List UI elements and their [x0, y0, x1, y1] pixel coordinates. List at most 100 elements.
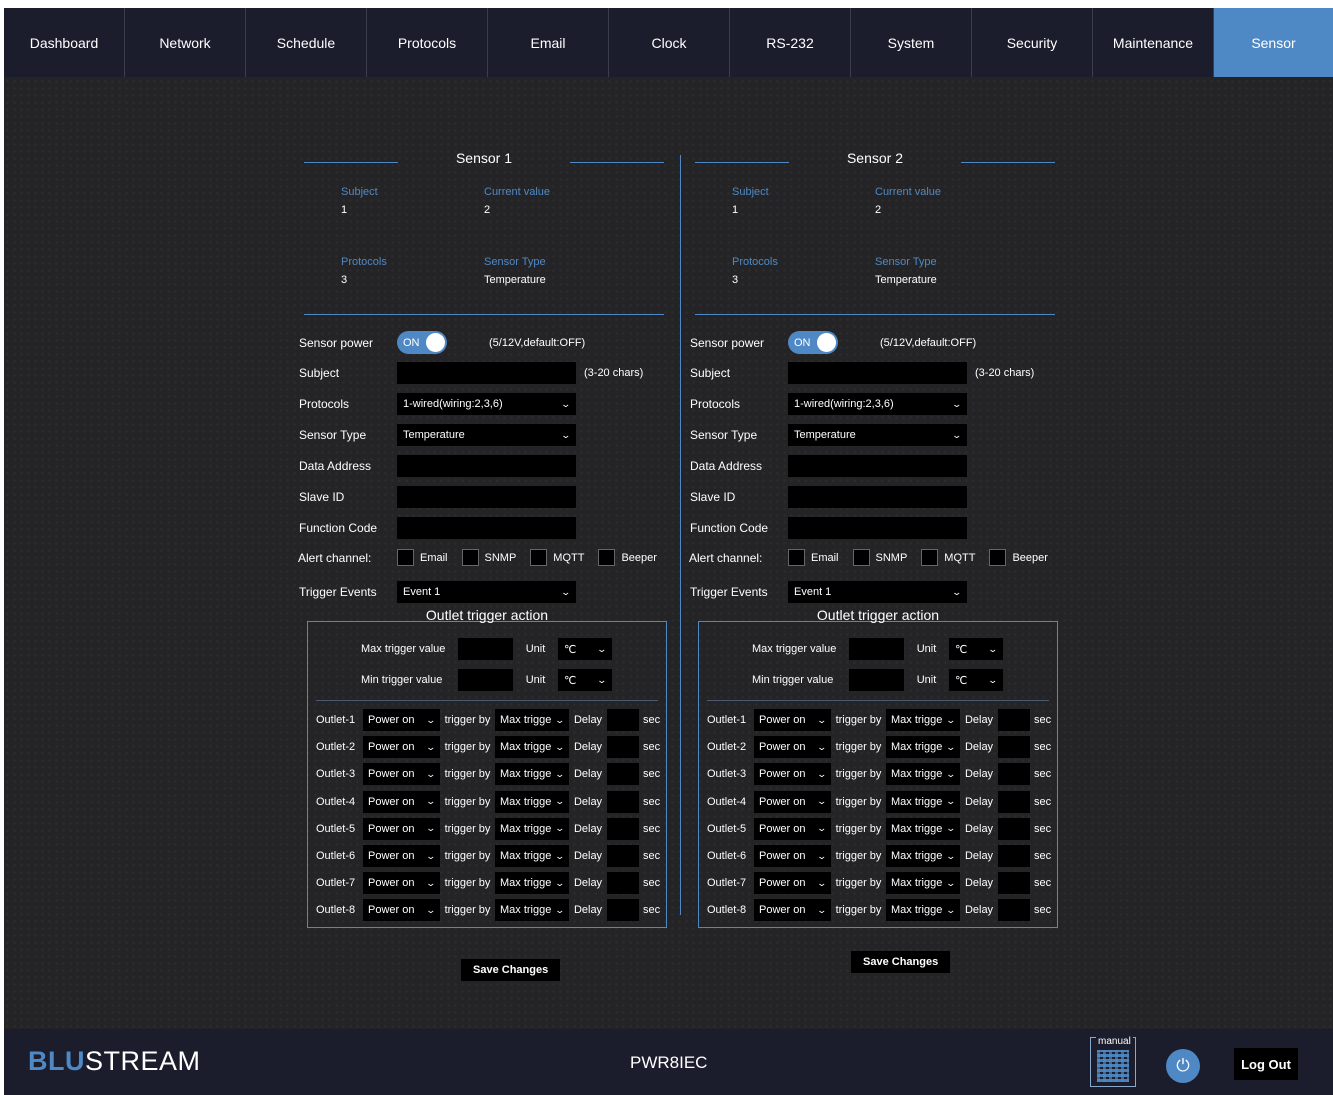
data-address-input[interactable]: [788, 455, 967, 477]
alert-beeper-checkbox[interactable]: [989, 549, 1007, 566]
alert-email-checkbox[interactable]: [788, 549, 805, 566]
tab-system[interactable]: System: [851, 8, 972, 77]
alert-snmp[interactable]: SNMP: [852, 549, 907, 566]
trigger-events-select[interactable]: Event 1 ⌄: [397, 581, 576, 603]
outlet-trigger-select[interactable]: Max trigger ⌄: [495, 872, 569, 895]
protocols-select[interactable]: 1-wired(wiring:2,3,6) ⌄: [397, 393, 576, 415]
alert-mqtt[interactable]: MQTT: [530, 549, 584, 566]
outlet-trigger-select[interactable]: Max trigger ⌄: [495, 899, 569, 922]
max-trigger-input[interactable]: [458, 638, 513, 660]
alert-email[interactable]: Email: [397, 549, 448, 566]
tab-rs232[interactable]: RS-232: [730, 8, 851, 77]
alert-mqtt[interactable]: MQTT: [921, 549, 975, 566]
outlet-trigger-select[interactable]: Max trigger ⌄: [886, 845, 960, 867]
delay-input[interactable]: [607, 736, 639, 759]
min-trigger-input[interactable]: [458, 669, 513, 691]
logout-button[interactable]: Log Out: [1234, 1048, 1298, 1080]
outlet-action-select[interactable]: Power on ⌄: [754, 790, 831, 813]
min-unit-select[interactable]: ℃ ⌄: [558, 669, 612, 691]
slave-id-input[interactable]: [397, 486, 576, 508]
delay-input[interactable]: [998, 817, 1030, 840]
min-unit-select[interactable]: ℃ ⌄: [949, 669, 1003, 691]
save-changes-button[interactable]: Save Changes: [461, 959, 561, 981]
tab-network[interactable]: Network: [125, 8, 246, 77]
outlet-action-select[interactable]: Power on ⌄: [754, 845, 831, 867]
outlet-trigger-select[interactable]: Max trigger ⌄: [495, 790, 569, 813]
outlet-trigger-select[interactable]: Max trigger ⌄: [886, 790, 960, 813]
alert-snmp[interactable]: SNMP: [461, 549, 516, 566]
outlet-action-select[interactable]: Power on ⌄: [363, 790, 440, 813]
sensor-type-select[interactable]: Temperature ⌄: [397, 424, 576, 446]
delay-input[interactable]: [607, 899, 639, 922]
trigger-events-select[interactable]: Event 1 ⌄: [788, 581, 967, 603]
delay-input[interactable]: [998, 709, 1030, 731]
delay-input[interactable]: [998, 763, 1030, 786]
outlet-action-select[interactable]: Power on ⌄: [363, 736, 440, 759]
delay-input[interactable]: [607, 872, 639, 895]
alert-snmp-checkbox[interactable]: [461, 549, 479, 566]
outlet-trigger-select[interactable]: Max trigger ⌄: [886, 872, 960, 895]
outlet-action-select[interactable]: Power on ⌄: [363, 763, 440, 786]
delay-input[interactable]: [998, 790, 1030, 813]
sensor-power-toggle[interactable]: ON: [788, 331, 838, 354]
outlet-trigger-select[interactable]: Max trigger ⌄: [886, 709, 960, 731]
outlet-action-select[interactable]: Power on ⌄: [754, 763, 831, 786]
tab-email[interactable]: Email: [488, 8, 609, 77]
delay-input[interactable]: [998, 845, 1030, 867]
delay-input[interactable]: [607, 817, 639, 840]
delay-input[interactable]: [607, 790, 639, 813]
max-unit-select[interactable]: ℃ ⌄: [949, 638, 1003, 660]
outlet-trigger-select[interactable]: Max trigger ⌄: [495, 763, 569, 786]
outlet-action-select[interactable]: Power on ⌄: [363, 817, 440, 840]
min-trigger-input[interactable]: [849, 669, 904, 691]
delay-input[interactable]: [607, 763, 639, 786]
sensor-power-toggle[interactable]: ON: [397, 331, 447, 354]
slave-id-input[interactable]: [788, 486, 967, 508]
outlet-trigger-select[interactable]: Max trigger ⌄: [886, 817, 960, 840]
delay-input[interactable]: [998, 899, 1030, 922]
outlet-action-select[interactable]: Power on ⌄: [363, 872, 440, 895]
alert-email-checkbox[interactable]: [397, 549, 414, 566]
tab-clock[interactable]: Clock: [609, 8, 730, 77]
outlet-action-select[interactable]: Power on ⌄: [363, 899, 440, 922]
outlet-action-select[interactable]: Power on ⌄: [363, 845, 440, 867]
data-address-input[interactable]: [397, 455, 576, 477]
alert-mqtt-checkbox[interactable]: [530, 549, 548, 566]
subject-input[interactable]: [397, 362, 576, 384]
outlet-action-select[interactable]: Power on ⌄: [754, 817, 831, 840]
tab-schedule[interactable]: Schedule: [246, 8, 367, 77]
tab-sensor[interactable]: Sensor: [1214, 8, 1333, 77]
delay-input[interactable]: [998, 872, 1030, 895]
outlet-trigger-select[interactable]: Max trigger ⌄: [495, 709, 569, 731]
subject-input[interactable]: [788, 362, 967, 384]
alert-beeper[interactable]: Beeper: [598, 549, 657, 566]
outlet-trigger-select[interactable]: Max trigger ⌄: [495, 817, 569, 840]
tab-security[interactable]: Security: [972, 8, 1093, 77]
alert-snmp-checkbox[interactable]: [852, 549, 870, 566]
outlet-action-select[interactable]: Power on ⌄: [754, 899, 831, 922]
save-changes-button[interactable]: Save Changes: [851, 951, 951, 973]
power-button[interactable]: ⏻: [1166, 1049, 1200, 1083]
sensor-type-select[interactable]: Temperature ⌄: [788, 424, 967, 446]
manual-qr[interactable]: manual: [1090, 1036, 1136, 1087]
outlet-action-select[interactable]: Power on ⌄: [363, 709, 440, 731]
outlet-action-select[interactable]: Power on ⌄: [754, 736, 831, 759]
outlet-action-select[interactable]: Power on ⌄: [754, 709, 831, 731]
outlet-action-select[interactable]: Power on ⌄: [754, 872, 831, 895]
outlet-trigger-select[interactable]: Max trigger ⌄: [886, 736, 960, 759]
tab-dashboard[interactable]: Dashboard: [4, 8, 125, 77]
alert-beeper-checkbox[interactable]: [598, 549, 616, 566]
tab-protocols[interactable]: Protocols: [367, 8, 488, 77]
protocols-select[interactable]: 1-wired(wiring:2,3,6) ⌄: [788, 393, 967, 415]
function-code-input[interactable]: [397, 517, 576, 539]
delay-input[interactable]: [607, 709, 639, 731]
alert-mqtt-checkbox[interactable]: [921, 549, 939, 566]
delay-input[interactable]: [607, 845, 639, 867]
delay-input[interactable]: [998, 736, 1030, 759]
max-unit-select[interactable]: ℃ ⌄: [558, 638, 612, 660]
alert-beeper[interactable]: Beeper: [989, 549, 1048, 566]
function-code-input[interactable]: [788, 517, 967, 539]
max-trigger-input[interactable]: [849, 638, 904, 660]
tab-maintenance[interactable]: Maintenance: [1093, 8, 1214, 77]
outlet-trigger-select[interactable]: Max trigger ⌄: [886, 899, 960, 922]
